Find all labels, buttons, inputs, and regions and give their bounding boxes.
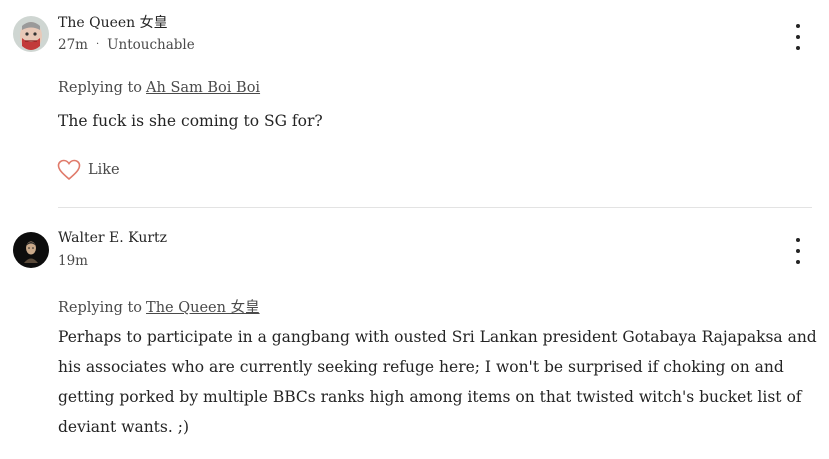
replying-to-link[interactable]: The Queen 女皇 [146,300,260,316]
comment-text: The fuck is she coming to SG for? [58,112,323,130]
comment-meta: 19m [58,253,88,269]
more-dot [796,238,800,242]
replying-to-link[interactable]: Ah Sam Boi Boi [146,80,260,96]
like-label: Like [88,162,120,178]
more-dot [796,260,800,264]
like-button[interactable]: Like [57,159,120,181]
more-options-button[interactable] [788,238,808,264]
avatar[interactable] [13,232,49,268]
replying-label: Replying to [58,80,143,96]
more-dot [796,35,800,39]
dark-portrait-avatar-icon [13,232,49,268]
replying-to: Replying to Ah Sam Boi Boi [58,80,260,96]
replying-label: Replying to [58,300,143,316]
more-options-button[interactable] [788,24,808,50]
replying-to: Replying to The Queen 女皇 [58,296,260,317]
more-dot [796,249,800,253]
more-dot [796,24,800,28]
meta-separator: · [95,39,100,50]
comment-text: Perhaps to participate in a gangbang wit… [58,328,817,436]
author-name[interactable]: Walter E. Kurtz [58,230,167,246]
heart-outline-icon [57,159,81,181]
timestamp: 27m [58,37,88,53]
comment-divider [58,207,812,208]
author-tag: Untouchable [107,37,195,53]
timestamp: 19m [58,253,88,269]
comment-meta: 27m · Untouchable [58,37,195,53]
author-name[interactable]: The Queen 女皇 [58,12,168,32]
avatar[interactable] [13,16,49,52]
more-dot [796,46,800,50]
masked-face-avatar-icon [13,16,49,52]
